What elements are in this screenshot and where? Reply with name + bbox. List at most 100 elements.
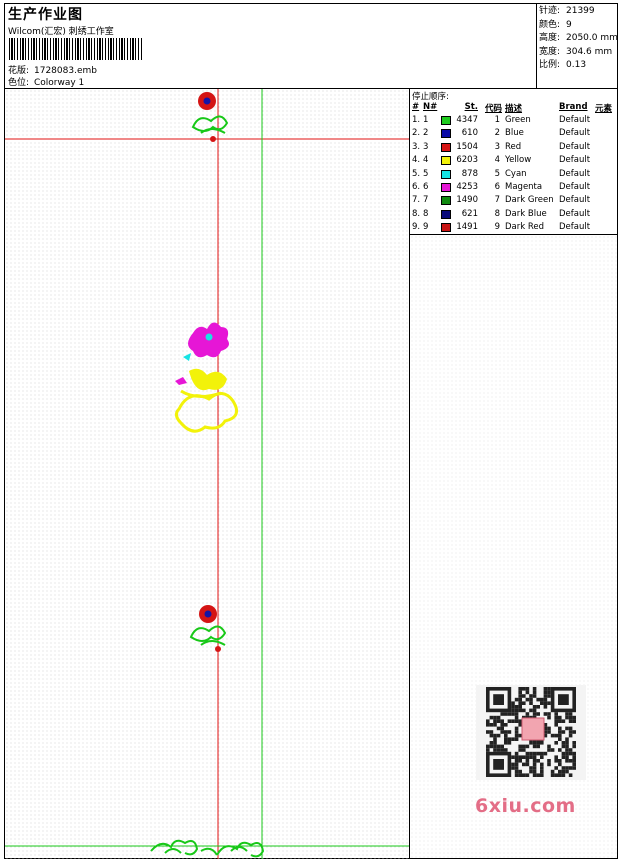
qr-module (532, 708, 537, 713)
qr-module (554, 741, 558, 745)
qr-module (522, 687, 526, 691)
qr-module (504, 741, 508, 745)
qr-module (493, 715, 497, 720)
qr-module (565, 759, 569, 763)
qr-module (500, 744, 504, 749)
qr-module (489, 730, 494, 734)
qr-module (554, 719, 558, 723)
qr-module (532, 687, 537, 691)
qr-module (525, 687, 530, 691)
qr-module (525, 697, 530, 702)
header-stitches: St. (464, 102, 478, 112)
qr-module (547, 730, 551, 734)
qr-module (518, 719, 522, 723)
qr-module (536, 751, 540, 756)
qr-module (540, 701, 544, 705)
qr-module (511, 705, 515, 709)
qr-module (558, 762, 562, 767)
qr-module (568, 715, 573, 720)
row-color-swatch (441, 183, 451, 192)
qr-module (554, 755, 558, 759)
qr-module (565, 755, 569, 759)
qr-module (493, 744, 497, 749)
row-description: Dark Red (505, 222, 545, 233)
qr-module (511, 762, 515, 767)
table-row[interactable]: 4. 4 6203 4 Yellow Default (410, 154, 618, 167)
qr-module (558, 730, 562, 734)
row-code: 1 (494, 115, 500, 125)
lower-flower-motif (189, 605, 227, 652)
qr-module (514, 766, 519, 770)
row-needle-number: 2 (423, 128, 429, 139)
center-flower-motif (174, 322, 239, 433)
qr-module (493, 741, 497, 745)
table-row[interactable]: 5. 5 878 5 Cyan Default (410, 168, 618, 181)
row-needle-number: 4 (423, 155, 429, 166)
qr-module (558, 715, 562, 720)
qr-module (507, 737, 512, 741)
row-color-swatch (441, 196, 451, 206)
qr-module (500, 719, 504, 723)
qr-module (558, 726, 562, 731)
row-seq: 9. (412, 222, 421, 233)
qr-module (536, 773, 540, 777)
qr-module (543, 694, 548, 698)
design-preview[interactable] (5, 89, 410, 859)
row-stitch-count: 4347 (456, 115, 478, 125)
table-row[interactable]: 7. 7 1490 7 Dark Green Default (410, 194, 618, 207)
row-seq: 4. (412, 155, 421, 166)
table-row[interactable]: 2. 2 610 2 Blue Default (410, 127, 618, 140)
qr-module (496, 744, 501, 749)
qr-module (540, 762, 544, 767)
table-row[interactable]: 8. 8 621 8 Dark Blue Default (410, 208, 618, 221)
table-row[interactable]: 1. 1 4347 1 Green Default (410, 114, 618, 127)
qr-module (550, 769, 555, 774)
spec-stitches-label: 针迹: (539, 6, 561, 16)
row-description: Dark Blue (505, 208, 547, 219)
qr-module (532, 690, 537, 695)
row-code: 2 (494, 128, 500, 139)
row-code: 7 (494, 195, 500, 206)
row-seq: 2. (412, 128, 421, 139)
qr-module (486, 730, 490, 734)
qr-module (489, 715, 494, 720)
qr-module (507, 730, 512, 734)
qr-module (550, 748, 555, 752)
qr-module (500, 726, 504, 731)
qr-module (518, 769, 522, 774)
qr-module (543, 697, 548, 702)
qr-module (543, 751, 548, 756)
qr-module (504, 737, 508, 741)
qr-module (536, 741, 540, 745)
table-row[interactable]: 9. 9 1491 9 Dark Red Default (410, 221, 618, 234)
qr-module (561, 773, 566, 777)
qr-module (568, 733, 573, 738)
qr-module (558, 737, 562, 741)
qr-module (511, 719, 515, 723)
qr-module (522, 773, 526, 777)
qr-module (558, 748, 562, 752)
qr-module (532, 773, 537, 777)
qr-module (572, 751, 576, 756)
qr-module (540, 697, 544, 702)
qr-module (572, 762, 576, 767)
qr-module (500, 723, 504, 727)
table-row[interactable]: 3. 3 1504 3 Red Default (410, 141, 618, 154)
qr-module (514, 759, 519, 763)
qr-module (522, 694, 526, 698)
qr-module (572, 741, 576, 745)
qr-module (540, 751, 544, 756)
colorway-row: 色位: Colorway 1 (8, 75, 84, 88)
colorway-label: 色位: (8, 78, 30, 88)
qr-module (547, 759, 551, 763)
qr-module (547, 762, 551, 767)
qr-module (568, 773, 573, 777)
table-row[interactable]: 6. 6 4253 6 Magenta Default (410, 181, 618, 194)
qr-module (525, 773, 530, 777)
qr-module (514, 733, 519, 738)
row-stitch-count: 621 (461, 208, 478, 219)
qr-module (572, 715, 576, 720)
qr-module (511, 737, 515, 741)
qr-module (561, 741, 566, 745)
row-code: 4 (494, 155, 500, 166)
